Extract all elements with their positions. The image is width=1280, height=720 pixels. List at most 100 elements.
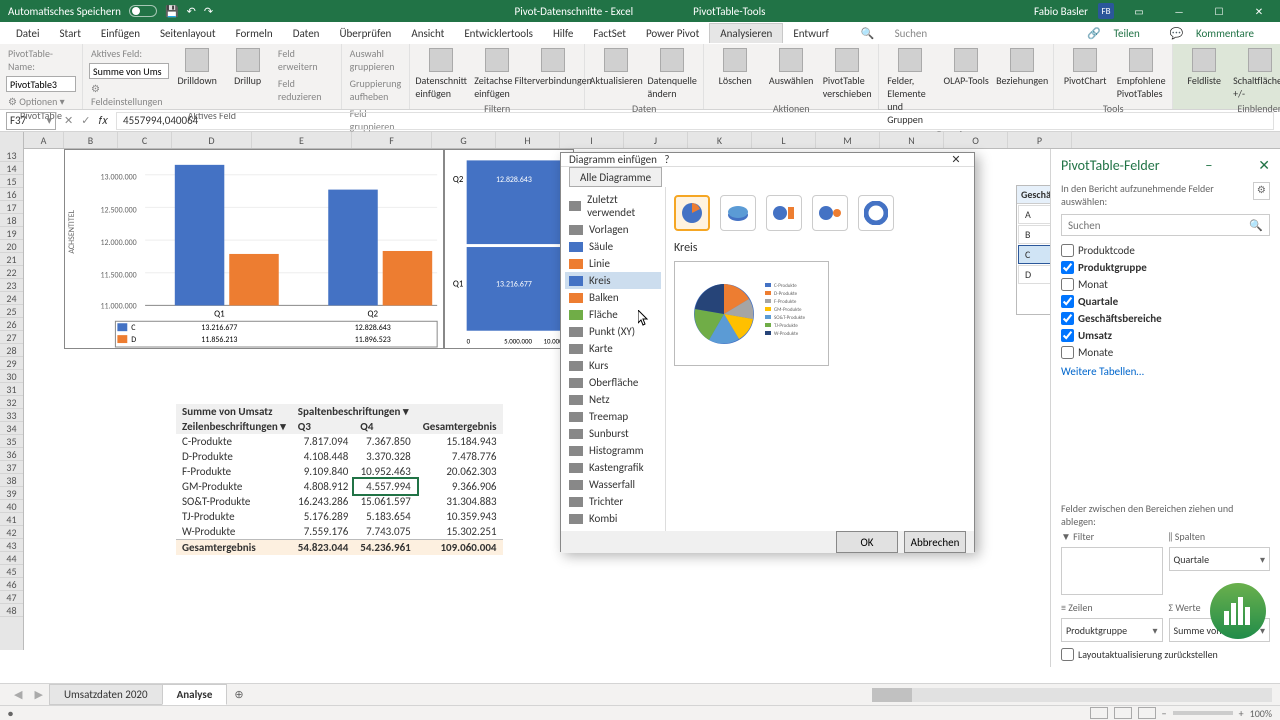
close-button[interactable]: ✕ xyxy=(1244,0,1274,22)
menu-start[interactable]: Start xyxy=(50,24,91,43)
embedded-bar-chart[interactable]: ACHSENTITEL 13.000.000 12.500.000 12.000… xyxy=(64,149,444,349)
bar-q1-d[interactable] xyxy=(229,254,279,305)
save-icon[interactable]: 💾 xyxy=(165,5,179,18)
buttons-toggle[interactable]: Schaltflächen +/- xyxy=(1235,46,1280,102)
select-button[interactable]: Auswählen xyxy=(766,46,816,89)
chart-type-item[interactable]: Kombi xyxy=(565,510,661,527)
pt-name-input[interactable] xyxy=(6,76,76,92)
dialog-tab-all[interactable]: Alle Diagramme xyxy=(569,167,662,187)
autosave-toggle[interactable] xyxy=(129,5,157,17)
chart-type-item[interactable]: Balken xyxy=(565,289,661,306)
maximize-button[interactable]: ☐ xyxy=(1204,0,1234,22)
menu-ueberpruefen[interactable]: Überprüfen xyxy=(329,24,401,43)
chart-type-item[interactable]: Vorlagen xyxy=(565,221,661,238)
menu-powerpivot[interactable]: Power Pivot xyxy=(636,24,709,43)
field-search[interactable]: 🔍 xyxy=(1061,214,1270,236)
table-row[interactable]: SO&T-Produkte16.243.28615.061.59731.304.… xyxy=(176,494,503,509)
chart-preview[interactable]: C-Produkte D-Produkte F-Produkte GM-Prod… xyxy=(674,261,829,366)
filter-conn-button[interactable]: Filterverbindungen xyxy=(528,46,578,89)
bar-q2-d[interactable] xyxy=(383,251,433,305)
chart-type-item[interactable]: Punkt (XY) xyxy=(565,323,661,340)
clear-button[interactable]: Löschen xyxy=(710,46,760,89)
menu-einfuegen[interactable]: Einfügen xyxy=(91,24,150,43)
pie-subtype-5[interactable] xyxy=(858,195,894,231)
refresh-button[interactable]: Aktualisieren xyxy=(591,46,641,89)
ribbon-collapse-icon[interactable]: ▭ xyxy=(1124,0,1154,22)
share-button[interactable]: 🔗 Teilen xyxy=(1077,24,1159,43)
cancel-button[interactable]: Abbrechen xyxy=(904,531,966,553)
chart-type-item[interactable]: Linie xyxy=(565,255,661,272)
pivotchart-button[interactable]: PivotChart xyxy=(1060,46,1110,89)
zoom-out-icon[interactable]: − xyxy=(1162,707,1167,720)
row-filter-icon[interactable]: ▾ xyxy=(280,420,286,433)
normal-view-icon[interactable] xyxy=(1090,707,1108,719)
pie-subtype-4[interactable] xyxy=(812,195,848,231)
olap-button[interactable]: OLAP-Tools xyxy=(941,46,991,89)
search-placeholder[interactable]: Suchen xyxy=(885,24,938,43)
chart-type-item[interactable]: Oberfläche xyxy=(565,374,661,391)
move-button[interactable]: PivotTable verschieben xyxy=(822,46,872,102)
fx-cancel-icon[interactable]: ✕ xyxy=(64,114,73,127)
record-macro-icon[interactable]: ⏺ xyxy=(8,707,13,720)
add-sheet-button[interactable]: ⊕ xyxy=(226,685,251,704)
zoom-slider[interactable] xyxy=(1173,711,1233,715)
search-icon[interactable]: 🔍 xyxy=(851,24,885,43)
menu-datei[interactable]: Datei xyxy=(6,24,50,43)
chart-type-item[interactable]: Karte xyxy=(565,340,661,357)
chart-type-item[interactable]: Netz xyxy=(565,391,661,408)
field-item[interactable]: Monat xyxy=(1061,276,1270,293)
menu-ansicht[interactable]: Ansicht xyxy=(401,24,454,43)
field-settings[interactable]: ⚙ Feldeinstellungen xyxy=(89,81,169,109)
table-row[interactable]: F-Produkte9.109.84010.952.46320.062.303 xyxy=(176,464,503,479)
table-row[interactable]: GM-Produkte4.808.9124.557.9949.366.906 xyxy=(176,479,503,494)
table-row[interactable]: C-Produkte7.817.0947.367.85015.184.943 xyxy=(176,434,503,449)
more-tables-link[interactable]: Weitere Tabellen… xyxy=(1061,365,1270,378)
defer-checkbox[interactable] xyxy=(1061,648,1074,661)
chart-type-item[interactable]: Säule xyxy=(565,238,661,255)
table-row[interactable]: W-Produkte7.559.1767.743.07515.302.251 xyxy=(176,524,503,540)
drillup-button[interactable]: Drillup xyxy=(225,46,269,89)
menu-analysieren[interactable]: Analysieren xyxy=(709,23,783,43)
fx-icon[interactable]: 𝑓𝑥 xyxy=(98,114,108,128)
sheet-nav-next[interactable]: ▶ xyxy=(28,688,48,701)
chart-type-item[interactable]: Fläche xyxy=(565,306,661,323)
field-item[interactable]: Produktgruppe xyxy=(1061,259,1270,276)
sheet-tab-2[interactable]: Analyse xyxy=(162,684,228,705)
field-item[interactable]: Monate xyxy=(1061,344,1270,361)
chart-type-item[interactable]: Kurs xyxy=(565,357,661,374)
menu-entwurf[interactable]: Entwurf xyxy=(783,24,839,43)
pt-options[interactable]: ⚙ Optionen ▾ xyxy=(6,94,76,109)
drilldown-button[interactable]: Drilldown xyxy=(175,46,219,89)
dialog-close-icon[interactable]: ✕ xyxy=(946,153,966,166)
menu-factset[interactable]: FactSet xyxy=(583,24,636,43)
chart-type-list[interactable]: Zuletzt verwendetVorlagenSäuleLinieKreis… xyxy=(561,187,666,531)
filter-area[interactable] xyxy=(1061,547,1163,595)
table-row[interactable]: D-Produkte4.108.4483.370.3287.478.776 xyxy=(176,449,503,464)
chart-type-item[interactable]: Sunburst xyxy=(565,425,661,442)
formula-input[interactable]: 4557994,040064 xyxy=(116,112,1274,130)
group-selection[interactable]: Auswahl gruppieren xyxy=(348,46,404,74)
chart-type-item[interactable]: Treemap xyxy=(565,408,661,425)
chart-type-item[interactable]: Kastengrafik xyxy=(565,459,661,476)
pie-subtype-3[interactable] xyxy=(766,195,802,231)
fieldlist-button[interactable]: Feldliste xyxy=(1179,46,1229,89)
pivot-table[interactable]: Summe von Umsatz Spaltenbeschriftungen ▾… xyxy=(176,404,503,555)
collapse-field[interactable]: Feld reduzieren xyxy=(276,76,335,104)
embedded-hbar-chart[interactable]: Q2 12.828.643 Q1 13.216.677 0 5.000.000 … xyxy=(444,149,574,349)
pie-subtype-2[interactable] xyxy=(720,195,756,231)
dialog-help-icon[interactable]: ? xyxy=(657,153,677,166)
bar-q2-c[interactable] xyxy=(328,190,378,306)
relations-button[interactable]: Beziehungen xyxy=(997,46,1047,89)
chart-type-item[interactable]: Zuletzt verwendet xyxy=(565,191,661,221)
gear-icon[interactable]: ⚙ xyxy=(1253,182,1270,200)
columns-area[interactable]: Quartale▾ xyxy=(1169,547,1271,571)
pane-minimize-icon[interactable]: − xyxy=(1205,157,1212,174)
chart-type-item[interactable]: Kreis xyxy=(565,272,661,289)
column-headers[interactable]: AB CD EF GH IJ KL MN OP xyxy=(24,132,1280,149)
name-box[interactable]: F37▾ xyxy=(6,112,56,130)
menu-daten[interactable]: Daten xyxy=(283,24,330,43)
search-icon[interactable]: 🔍 xyxy=(1249,219,1263,232)
zoom-value[interactable]: 100% xyxy=(1250,707,1272,720)
pie-subtype-1[interactable] xyxy=(674,195,710,231)
bar-q1-c[interactable] xyxy=(175,165,225,306)
